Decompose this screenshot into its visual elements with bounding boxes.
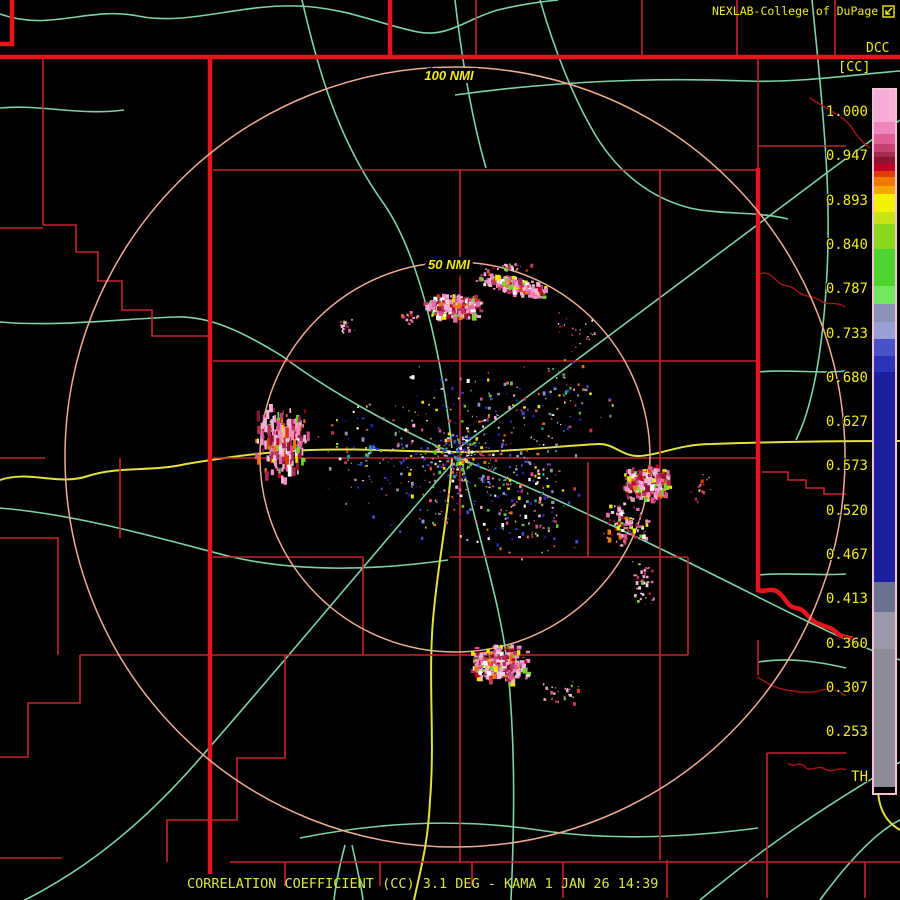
range-ring-label-50nmi: 50 NMI <box>428 257 470 272</box>
echo-west-cluster <box>254 404 310 485</box>
echo-north-streak <box>475 272 548 299</box>
clutter-n <box>503 359 614 433</box>
colorbar <box>872 88 897 795</box>
colorbar-label: 0.413 <box>825 591 868 608</box>
echo-far-west-specks <box>339 318 356 334</box>
colorbar-label: 0.253 <box>825 724 868 741</box>
echo-east-cluster <box>623 464 673 504</box>
colorbar-label: 0.947 <box>825 148 868 165</box>
colorbar-label: 0.573 <box>825 458 868 475</box>
highway-lines <box>0 0 900 900</box>
radar-viewer: 50 NMI 100 NMI NEXLAB-College of DuPage … <box>0 0 900 900</box>
colorbar-segment <box>874 304 895 322</box>
colorbar-segment <box>874 649 895 787</box>
colorbar-segment <box>874 582 895 612</box>
echo-east-outliers <box>690 474 712 504</box>
colorbar-label: 0.787 <box>825 281 868 298</box>
colorbar-label: 0.627 <box>825 414 868 431</box>
brand-header: NEXLAB-College of DuPage <box>712 5 895 18</box>
colorbar-segment <box>874 144 895 152</box>
colorbar-segment <box>874 90 895 122</box>
product-status-line: CORRELATION COEFFICIENT (CC) 3.1 DEG - K… <box>187 876 659 892</box>
colorbar-label: 0.893 <box>825 192 868 209</box>
colorbar-segment <box>874 157 895 164</box>
colorbar-segment <box>874 212 895 224</box>
colorbar-label: 0.467 <box>825 547 868 563</box>
colorbar-segment <box>874 339 895 356</box>
colorbar-segment <box>874 134 895 144</box>
specks-ne <box>557 312 596 353</box>
colorbar-segment <box>874 164 895 171</box>
echo-east-trail <box>632 561 655 605</box>
expand-icon[interactable] <box>882 5 895 18</box>
colorbar-segment <box>874 224 895 249</box>
brand-text: NEXLAB-College of DuPage <box>712 4 879 19</box>
colorbar-label: 1.000 <box>825 104 868 120</box>
colorbar-segment <box>874 356 895 372</box>
colorbar-segment <box>874 177 895 186</box>
echo-layer <box>254 263 712 706</box>
echo-north-west-specks <box>401 311 420 325</box>
colorbar-label: 0.840 <box>825 236 868 253</box>
colorbar-segment <box>874 286 895 304</box>
colorbar-segment <box>874 249 895 286</box>
colorbar-label: 0.307 <box>825 679 868 696</box>
echo-south-trail <box>542 681 580 706</box>
clutter-w <box>317 417 410 490</box>
range-ring-label-100nmi: 100 NMI <box>424 68 474 83</box>
colorbar-segment <box>874 186 895 194</box>
colorbar-label: 0.680 <box>825 369 868 386</box>
road-lines <box>0 440 900 900</box>
colorbar-label: 0.520 <box>825 502 868 519</box>
colorbar-label: TH <box>851 768 868 785</box>
colorbar-segment <box>874 322 895 339</box>
colorbar-segment <box>874 787 895 793</box>
colorbar-label: 0.733 <box>825 325 868 342</box>
colorbar-segment <box>874 372 895 582</box>
colorbar-units: [CC] <box>838 59 871 75</box>
colorbar-segment <box>874 122 895 134</box>
county-lines <box>0 0 900 898</box>
colorbar-segment <box>874 194 895 212</box>
colorbar-title: DCC <box>866 41 890 56</box>
colorbar-segment <box>874 612 895 649</box>
colorbar-label: 0.360 <box>825 635 868 652</box>
radar-map: 50 NMI 100 NMI <box>0 0 900 900</box>
echo-north-blob <box>423 293 484 323</box>
